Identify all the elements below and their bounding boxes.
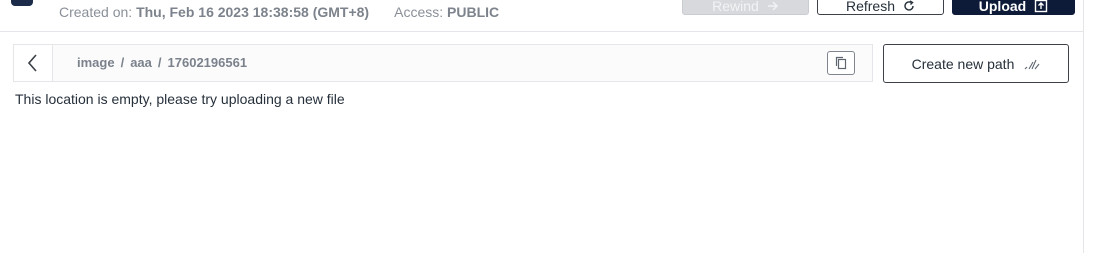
access-value: PUBLIC (447, 4, 500, 20)
created-on-label: Created on: (59, 4, 133, 20)
copy-path-button[interactable] (827, 51, 855, 75)
breadcrumb-separator: / (157, 55, 162, 70)
rewind-button[interactable]: Rewind (682, 0, 809, 15)
chevron-left-icon (28, 54, 37, 72)
new-path-icon (1024, 59, 1040, 69)
upload-label: Upload (978, 0, 1027, 14)
empty-location-message: This location is empty, please try uploa… (15, 91, 345, 107)
breadcrumb-segment[interactable]: 17602196561 (168, 55, 248, 70)
created-on-value: Thu, Feb 16 2023 18:38:58 (GMT+8) (136, 4, 370, 20)
breadcrumb-segment[interactable]: image (77, 55, 115, 70)
breadcrumb-segment[interactable]: aaa (130, 55, 152, 70)
upload-button[interactable]: Upload (952, 0, 1075, 15)
panel-divider (1083, 0, 1084, 253)
breadcrumb-separator: / (120, 55, 125, 70)
refresh-icon (904, 0, 914, 11)
refresh-button[interactable]: Refresh (817, 0, 944, 15)
breadcrumb: image / aaa / 17602196561 (77, 55, 247, 71)
bucket-icon (11, 0, 33, 6)
create-new-path-label: Create new path (911, 55, 1015, 72)
object-browser-header: Created on: Thu, Feb 16 2023 18:38:58 (G… (0, 0, 1084, 32)
copy-icon (835, 56, 847, 70)
upload-icon (1035, 0, 1048, 12)
arrow-right-icon (767, 1, 778, 10)
path-breadcrumb-bar: image / aaa / 17602196561 (13, 44, 873, 82)
refresh-label: Refresh (845, 0, 896, 14)
rewind-label: Rewind (712, 0, 759, 14)
bucket-metadata: Created on: Thu, Feb 16 2023 18:38:58 (G… (59, 4, 499, 21)
access-label: Access: (394, 4, 444, 20)
create-new-path-button[interactable]: Create new path (883, 44, 1069, 83)
back-button[interactable] (14, 45, 53, 81)
